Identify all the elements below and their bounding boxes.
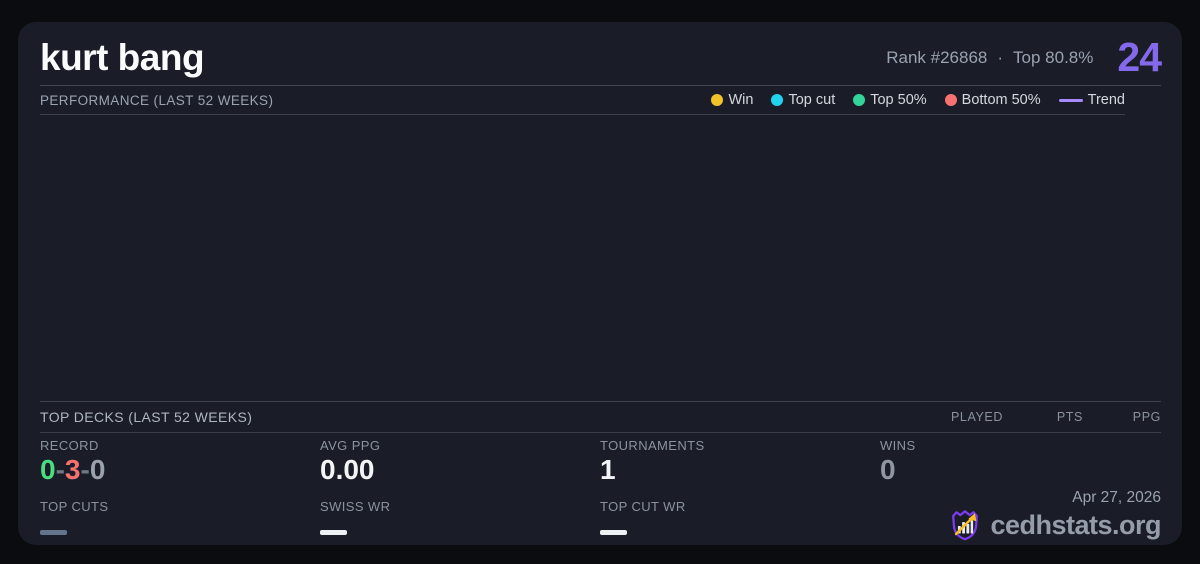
- record-wins: 0: [40, 454, 56, 485]
- top-cut-wr-value: [600, 529, 627, 535]
- column-header-pts: PTS: [1056, 410, 1083, 424]
- tournaments-value: 1: [600, 454, 616, 485]
- stat-top-cut-wr: TOP CUT WR: [600, 499, 880, 548]
- wins-value: 0: [880, 454, 896, 485]
- legend-item-bottom-50[interactable]: Bottom 50%: [944, 92, 1041, 108]
- stat-label: WINS: [880, 438, 916, 453]
- cedhstats-shield-logo-icon: [952, 510, 979, 541]
- top-decks-header: TOP DECKS (LAST 52 WEEKS) PLAYED PTS PPG: [40, 402, 1161, 433]
- performance-header: PERFORMANCE (LAST 52 WEEKS) Win Top cut …: [40, 86, 1125, 115]
- bottom-50-dot-icon: [944, 94, 957, 106]
- stat-tournaments: TOURNAMENTS 1: [600, 438, 880, 499]
- stat-swiss-wr: SWISS WR: [320, 499, 600, 548]
- brand[interactable]: cedhstats.org: [948, 508, 1161, 542]
- legend-label: Top cut: [788, 92, 836, 108]
- page-background: kurt bang Rank #26868 · Top 80.8% 24 PER…: [0, 0, 1200, 564]
- swiss-wr-value: [320, 529, 347, 535]
- stat-label: TOP CUTS: [40, 498, 109, 514]
- rank-text: Rank #26868: [886, 47, 988, 67]
- player-stats-card: kurt bang Rank #26868 · Top 80.8% 24 PER…: [18, 22, 1182, 545]
- player-name: kurt bang: [40, 36, 205, 78]
- stat-top-cuts: TOP CUTS: [40, 499, 320, 548]
- chart-legend: Win Top cut Top 50% Bottom 50% Trend: [711, 92, 1125, 108]
- stat-record: RECORD 0-3-0: [40, 438, 320, 499]
- avg-ppg-value: 0.00: [320, 454, 375, 485]
- performance-title: PERFORMANCE (LAST 52 WEEKS): [40, 92, 274, 108]
- record-separator: -: [55, 454, 65, 485]
- top-50-dot-icon: [853, 94, 866, 106]
- stat-label: SWISS WR: [320, 498, 391, 514]
- record-value: 0-3-0: [40, 454, 320, 486]
- stat-avg-ppg: AVG PPG 0.00: [320, 438, 600, 499]
- record-losses: 3: [64, 454, 81, 485]
- generated-date: Apr 27, 2026: [1072, 489, 1161, 506]
- legend-label: Trend: [1087, 92, 1125, 108]
- stat-label: AVG PPG: [320, 438, 381, 453]
- stat-label: TOP CUT WR: [600, 498, 686, 514]
- win-dot-icon: [711, 94, 724, 106]
- top-percent-text: Top 80.8%: [1013, 47, 1094, 67]
- rank-summary: Rank #26868 · Top 80.8%: [886, 48, 1093, 68]
- performance-chart: [40, 115, 1161, 402]
- top-cut-dot-icon: [771, 94, 784, 106]
- record-separator: -: [80, 454, 90, 485]
- rank-separator-dot: ·: [997, 47, 1004, 67]
- legend-item-top-cut[interactable]: Top cut: [771, 92, 835, 108]
- points-value: 24: [1117, 34, 1162, 80]
- legend-item-win[interactable]: Win: [711, 92, 753, 108]
- legend-label: Bottom 50%: [961, 92, 1041, 108]
- stat-label: TOURNAMENTS: [600, 438, 705, 453]
- card-header: kurt bang Rank #26868 · Top 80.8% 24: [40, 30, 1162, 86]
- legend-item-trend[interactable]: Trend: [1058, 92, 1125, 108]
- trend-line-icon: [1058, 98, 1083, 102]
- column-header-played: PLAYED: [950, 410, 1003, 424]
- legend-label: Top 50%: [870, 92, 927, 108]
- top-decks-columns: PLAYED PTS PPG: [913, 410, 1161, 424]
- legend-item-top-50[interactable]: Top 50%: [853, 92, 927, 108]
- record-draws: 0: [89, 454, 106, 485]
- top-cuts-value: [40, 529, 67, 535]
- brand-text: cedhstats.org: [990, 509, 1161, 540]
- legend-label: Win: [728, 92, 754, 108]
- stat-label: RECORD: [40, 438, 99, 453]
- column-header-ppg: PPG: [1132, 410, 1161, 424]
- top-decks-title: TOP DECKS (LAST 52 WEEKS): [40, 409, 253, 425]
